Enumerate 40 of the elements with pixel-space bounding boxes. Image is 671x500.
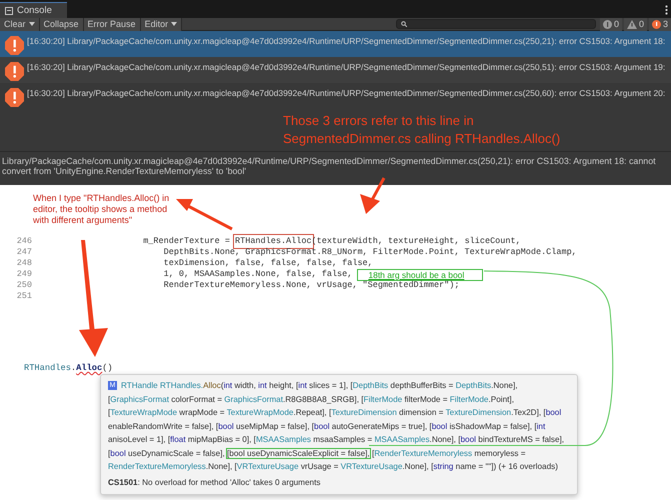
line-number: 246	[16, 236, 32, 247]
code-line: RTHandles.Alloc()	[24, 362, 113, 374]
line-number: 249	[16, 269, 32, 280]
annotation-note: When I type "RTHandles.Alloc() in editor, the tooltip shows a method with different arguments"	[33, 193, 170, 226]
count-toggle[interactable]: 3	[648, 18, 671, 30]
annotation-text: Those 3 errors refer to this line in SegmentedDimmer.cs calling RTHandles.Alloc()	[283, 112, 562, 148]
error-icon	[5, 88, 24, 107]
count-toggle[interactable]: 0	[600, 18, 622, 30]
caret-icon	[171, 22, 178, 26]
info-icon	[602, 20, 612, 28]
toolbar-button[interactable]: Clear	[0, 18, 40, 30]
line-number: 247	[16, 247, 32, 258]
code-line: DepthBits.None, GraphicsFormat.R8_UNorm, FilterMode.Point, TextureWrapMode.Clamp,	[162, 247, 577, 258]
error-message: CS1501: No overload for method 'Alloc' takes 0 arguments	[108, 478, 322, 488]
error-detail: Library/PackageCache/com.unity.xr.magicleap@4e7d0d3992e4/Runtime/URP/SegmentedDimmer/SegmentedDimmer.cs(250,21): error CS1503: Argument 18: cannot convert from 'UnityEngine.RenderTextureMemoryless' to 'bool'	[0, 151, 671, 185]
log-entry[interactable]: [16:30:20] Library/PackageCache/com.unity.xr.magicleap@4e7d0d3992e4/Runtime/URP/SegmentedDimmer/SegmentedDimmer.cs(250,21): error CS1503: Argument 18:	[0, 31, 671, 57]
arrow	[360, 177, 386, 214]
caret-icon	[28, 22, 35, 26]
arrow	[176, 199, 233, 230]
error-icon	[652, 20, 661, 28]
console-icon	[5, 6, 13, 14]
code-line: RenderTextureMemoryless.None, vrUsage, "SegmentedDimmer");	[162, 280, 460, 291]
toolbar-button[interactable]: Editor	[140, 18, 182, 30]
console-tab[interactable]: Console	[0, 2, 67, 18]
warning-icon	[626, 20, 637, 28]
code-line: texDimension, false, false, false, false,	[162, 258, 373, 269]
search-field[interactable]	[396, 19, 596, 29]
menu-icon[interactable]	[665, 5, 668, 15]
search-icon	[400, 21, 407, 27]
count-toggle[interactable]: 0	[624, 18, 647, 30]
error-icon	[5, 36, 24, 55]
line-number: 251	[16, 291, 32, 302]
error-icon	[5, 62, 24, 81]
line-number: 250	[16, 280, 32, 291]
annotation-label: 18th arg should be a bool	[357, 268, 484, 280]
line-number: 248	[16, 258, 32, 269]
log-entry[interactable]: [16:30:20] Library/PackageCache/com.unity.xr.magicleap@4e7d0d3992e4/Runtime/URP/SegmentedDimmer/SegmentedDimmer.cs(250,51): error CS1503: Argument 19:	[0, 57, 671, 83]
toolbar-button[interactable]: Error Pause	[84, 18, 141, 30]
code-line: 1, 0, MSAASamples.None, false, false,	[162, 269, 352, 280]
toolbar-button[interactable]: Collapse	[40, 18, 84, 30]
